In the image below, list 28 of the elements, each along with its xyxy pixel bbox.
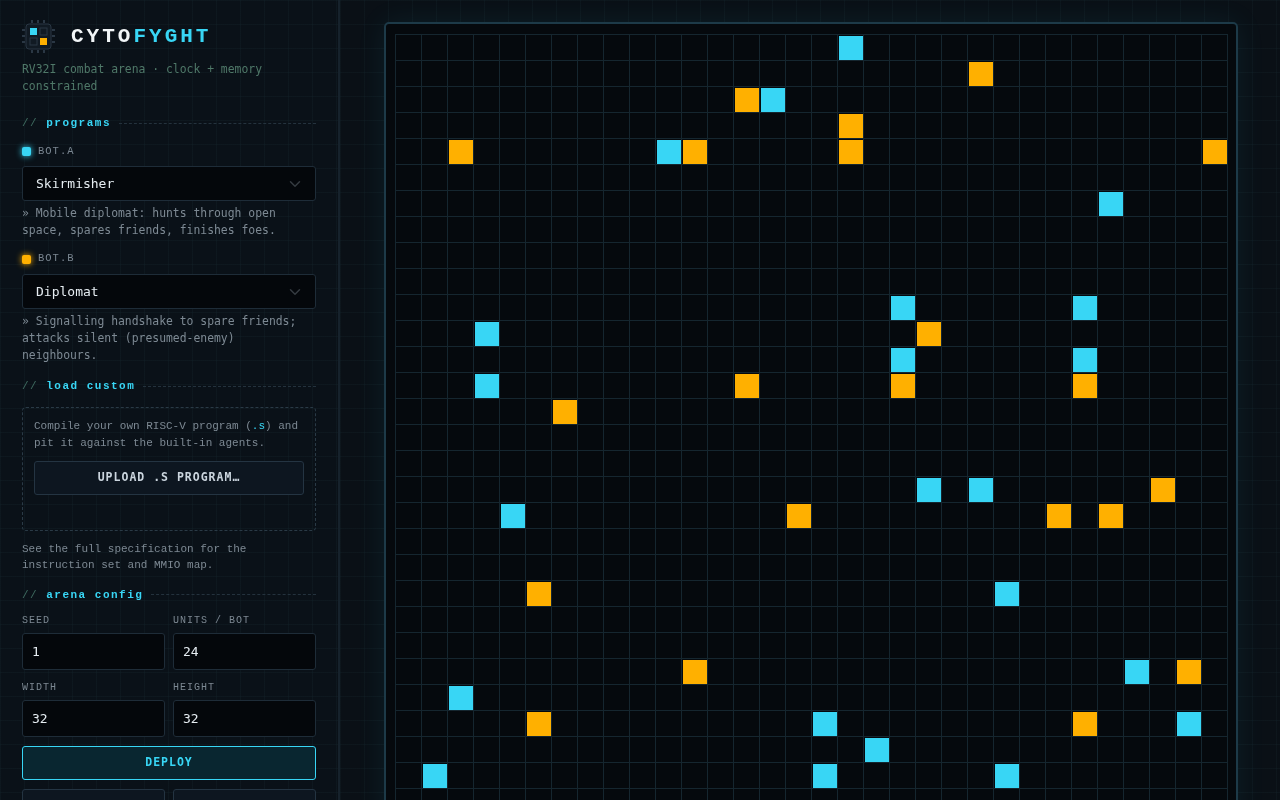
upload-note: Compile your own RISC-V program (.s) and pit it against the built-in agents. [34,418,300,451]
field-label: SEED [22,614,51,628]
deploy-button[interactable]: DEPLOY [22,746,316,780]
bot-label: BOT.B [38,251,75,267]
field-label: UNITS / BOT [173,614,251,628]
comment-marker: // [22,587,39,603]
comment-marker: // [22,116,39,131]
section-heading: load custom [46,379,136,394]
number-field[interactable]: 24 [173,633,316,670]
program-description: » Mobile diplomat: hunts through open space, spares friends, finishes foes. [22,205,277,240]
bot-label: BOT.A [38,143,75,159]
tagline: RV32I combat arena · clock + memory constrained [22,61,264,95]
program-description: » Signalling handshake to spare friends; attacks silent (presumed-enemy) neighbours. [22,313,298,364]
field-label: HEIGHT [173,681,216,695]
section-heading: arena config [46,587,144,603]
comment-marker: // [22,379,39,394]
section-heading: programs [46,116,111,131]
field-label: WIDTH [22,681,58,695]
number-field[interactable]: 1 [22,633,165,670]
spec-note: See the full specification for the instruction set and MMIO map. [22,541,248,573]
number-field[interactable]: 32 [173,700,316,737]
spec-link[interactable]: full specification [74,542,194,555]
app-title: CYTO FYGHT [71,23,212,50]
program-select[interactable]: Diplomat [22,274,316,309]
program-select[interactable]: Skirmisher [22,166,316,202]
chip-logo-icon [22,20,55,53]
number-field[interactable]: 32 [22,700,165,737]
upload-button[interactable]: UPLOAD .S PROGRAM… [34,460,304,495]
